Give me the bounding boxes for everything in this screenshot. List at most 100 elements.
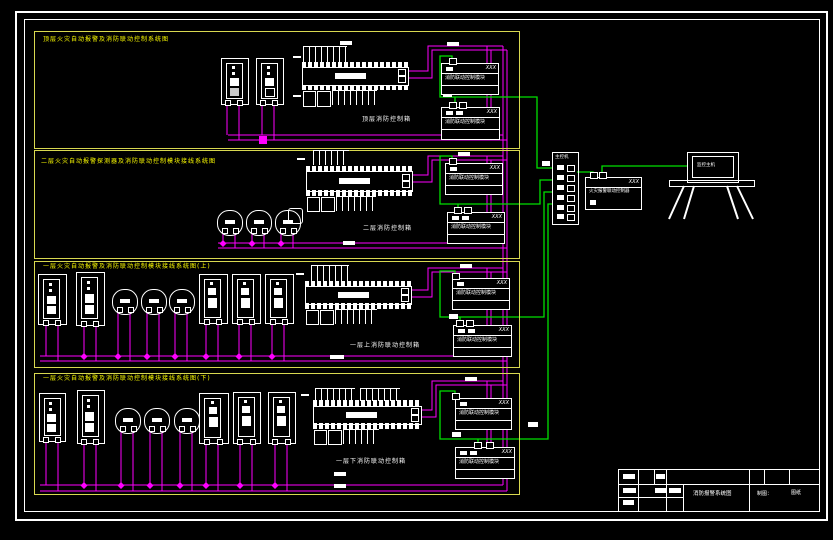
- distribution-strip: [302, 67, 409, 86]
- terminal-comb: [303, 46, 347, 63]
- section-title: 二层火灾自动报警探测器及消防联动控制模块接线系统图: [41, 158, 216, 166]
- box-mark: XXX: [490, 165, 500, 172]
- strip-block: [328, 430, 342, 445]
- riser-label: 主控机: [555, 155, 569, 161]
- box-mark: XXX: [497, 280, 507, 287]
- desk-top: [669, 180, 755, 187]
- strip-block: [307, 197, 320, 212]
- control-module-box: XXX 消防联动控制模块: [441, 107, 500, 140]
- box-terminal: [474, 442, 482, 449]
- alarm-bell-box: [232, 274, 261, 324]
- strip-block: [306, 310, 319, 325]
- strip-arrow: [293, 95, 301, 97]
- box-terminal: [452, 393, 460, 400]
- terminal-comb: [335, 309, 377, 324]
- valve-symbol: [288, 208, 303, 224]
- box-mark: XXX: [499, 400, 509, 407]
- smoke-detector: [217, 210, 243, 236]
- manual-call-point: [77, 390, 105, 444]
- box-terminal: [452, 273, 460, 280]
- control-module-box: XXX 消防联动控制模块: [445, 163, 503, 195]
- strip-block: [303, 91, 316, 107]
- terminal-comb: [343, 429, 379, 444]
- manual-call-point: [256, 58, 284, 105]
- strip-arrow: [301, 394, 309, 396]
- box-terminal: [459, 102, 467, 109]
- title-block: 消防报警系统图 制图： 图纸: [618, 469, 820, 512]
- control-module-box: XXX 消防联动控制模块: [452, 278, 510, 310]
- box-label: 消防联动控制模块: [456, 290, 496, 296]
- strip-caption: 二层消防控制箱: [363, 225, 412, 232]
- manual-call-point: [221, 58, 249, 105]
- strip-arrow: [296, 273, 304, 275]
- monitor-label: 监控主机: [697, 163, 715, 169]
- manual-call-point: [39, 393, 66, 442]
- terminal-comb: [313, 150, 349, 165]
- section-title: 一层火灾自动报警及消防联动控制模块接线系统图(下): [43, 375, 211, 383]
- smoke-detector: [174, 408, 200, 434]
- box-terminal: [486, 442, 494, 449]
- box-label: 消防联动控制模块: [445, 119, 485, 125]
- panel-label: 火灾报警联动控制器: [589, 189, 630, 195]
- distribution-strip: [306, 171, 413, 192]
- terminal-comb: [311, 265, 349, 281]
- smoke-detector: [144, 408, 170, 434]
- sheet-label: 图纸: [791, 490, 801, 496]
- alarm-bell-box: [199, 274, 228, 324]
- smoke-detector: [112, 289, 138, 315]
- riser-terminal-cabinet: 主控机: [552, 152, 579, 225]
- box-terminal: [464, 207, 472, 214]
- box-terminal: [449, 158, 457, 165]
- box-label: 消防联动控制模块: [445, 75, 485, 81]
- cad-fire-alarm-drawing: 顶层火灾自动报警及消防联动控制系统图 顶层消防控制箱 XXX 消防联动控制模块: [0, 0, 833, 540]
- drawing-title: 消防报警系统图: [693, 491, 732, 497]
- desk-legs: [669, 186, 753, 219]
- box-terminal: [449, 58, 457, 65]
- box-label: 消防联动控制模块: [449, 175, 489, 181]
- alarm-bell-box: [268, 392, 296, 444]
- box-mark: XXX: [502, 449, 512, 456]
- panel-mark: XXX: [629, 179, 639, 186]
- control-module-box: XXX 消防联动控制模块: [447, 212, 505, 244]
- control-module-box: XXX 消防联动控制模块: [441, 63, 499, 95]
- box-mark: XXX: [486, 65, 496, 72]
- box-terminal: [449, 102, 457, 109]
- manual-call-point: [38, 274, 67, 325]
- box-label: 消防联动控制模块: [459, 410, 499, 416]
- alarm-bell-box: [233, 392, 261, 444]
- panel-terminal: [590, 172, 598, 179]
- fire-alarm-control-panel: XXX 火灾报警联动控制器: [585, 177, 642, 210]
- strip-block: [321, 197, 335, 212]
- control-module-box: XXX 消防联动控制模块: [455, 447, 515, 479]
- smoke-detector: [169, 289, 195, 315]
- wire-tag: [542, 161, 550, 166]
- strip-caption: 一层上消防联动控制箱: [350, 342, 420, 349]
- alarm-bell-box: [265, 274, 294, 324]
- strip-caption: 一层下消防联动控制箱: [336, 458, 406, 465]
- strip-caption: 顶层消防控制箱: [362, 116, 411, 123]
- smoke-detector: [246, 210, 272, 236]
- strip-arrow: [293, 56, 301, 58]
- alarm-bell-box: [199, 393, 229, 444]
- strip-block: [320, 310, 334, 325]
- control-module-box: XXX 消防联动控制模块: [455, 398, 512, 430]
- panel-terminal: [599, 172, 607, 179]
- smoke-detector: [115, 408, 141, 434]
- section-title: 一层火灾自动报警及消防联动控制模块接线系统图(上): [43, 263, 211, 271]
- wire-tag: [528, 422, 538, 427]
- manual-call-point: [76, 272, 105, 326]
- box-terminal: [456, 320, 464, 327]
- smoke-detector: [141, 289, 167, 315]
- monitor-screen: 监控主机: [687, 152, 739, 183]
- box-label: 消防联动控制模块: [457, 337, 497, 343]
- terminal-comb: [336, 196, 376, 211]
- terminal-comb: [332, 90, 377, 105]
- strip-block: [314, 430, 327, 445]
- box-mark: XXX: [492, 214, 502, 221]
- box-terminal: [454, 207, 462, 214]
- control-module-box: XXX 消防联动控制模块: [453, 325, 512, 357]
- strip-arrow: [297, 158, 305, 160]
- box-mark: XXX: [487, 109, 497, 116]
- credit-label: 制图：: [757, 491, 772, 497]
- box-label: 消防联动控制模块: [459, 459, 499, 465]
